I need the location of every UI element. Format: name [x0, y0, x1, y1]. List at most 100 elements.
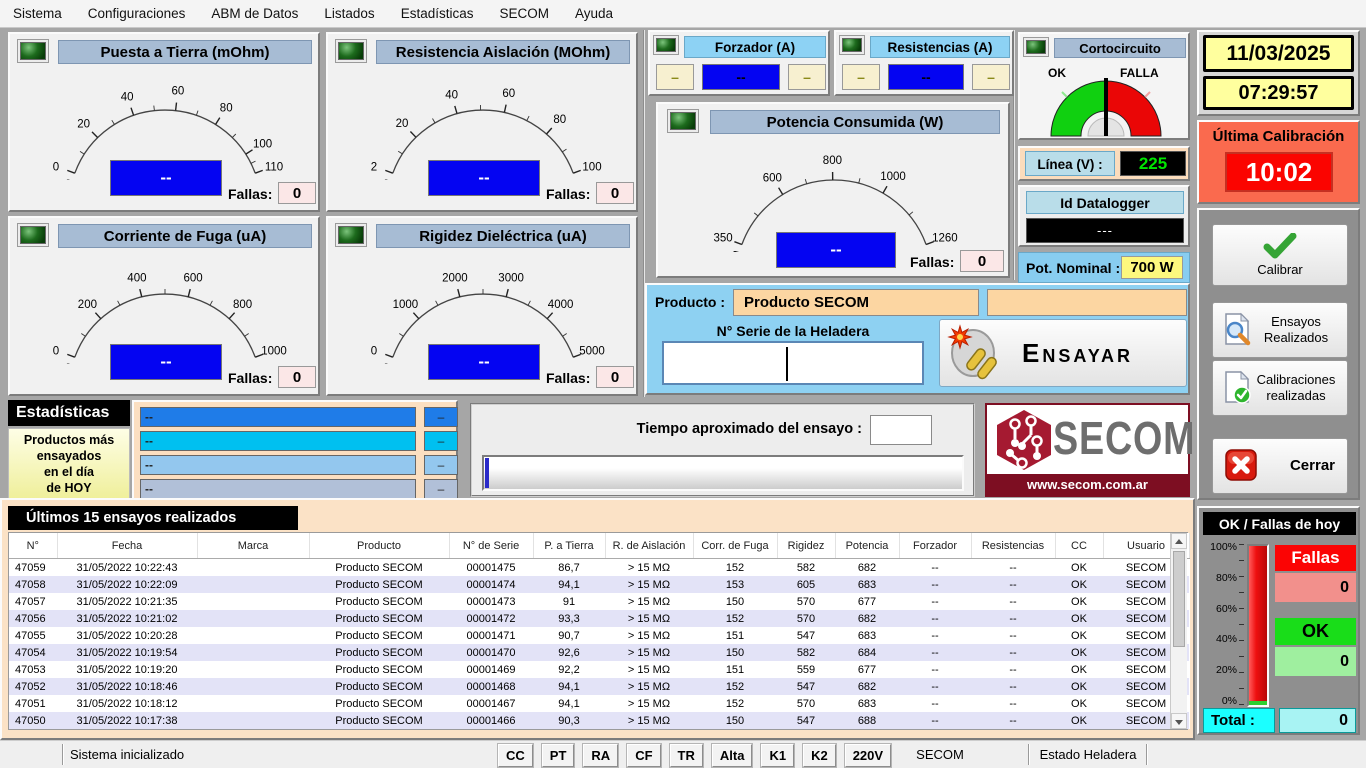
estadisticas-bar: --	[140, 455, 416, 475]
menu-item[interactable]: ABM de Datos	[198, 0, 311, 28]
table-cell	[197, 661, 309, 678]
table-cell: --	[899, 644, 971, 661]
scroll-thumb[interactable]	[1173, 551, 1185, 647]
status-led-icon	[20, 226, 46, 244]
table-cell: --	[899, 661, 971, 678]
table-cell: --	[899, 712, 971, 729]
svg-text:600: 600	[763, 172, 782, 184]
table-cell: OK	[1055, 593, 1103, 610]
scale-label: 20%	[1201, 664, 1237, 676]
svg-text:110: 110	[265, 161, 283, 173]
table-cell: 47051	[9, 695, 57, 712]
menu-item[interactable]: Ayuda	[562, 0, 626, 28]
menu-item[interactable]: Sistema	[0, 0, 75, 28]
table-row[interactable]: 4705431/05/2022 10:19:54Producto SECOM00…	[9, 644, 1189, 661]
column-header[interactable]: Potencia	[835, 533, 899, 559]
table-cell: --	[899, 695, 971, 712]
menu-item[interactable]: Listados	[311, 0, 387, 28]
status-toggle-button[interactable]: Alta	[712, 744, 753, 767]
table-cell: 47050	[9, 712, 57, 729]
fallas-label: Fallas:	[910, 254, 954, 270]
status-toggle-button[interactable]: TR	[670, 744, 703, 767]
gauge-panel-resistencia-aislacion: Resistencia Aislación (MOhm) 22040608010…	[326, 32, 638, 212]
table-row[interactable]: 4705031/05/2022 10:17:38Producto SECOM00…	[9, 712, 1189, 729]
table-row[interactable]: 4705731/05/2022 10:21:35Producto SECOM00…	[9, 593, 1189, 610]
status-toggle-button[interactable]: RA	[583, 744, 618, 767]
svg-text:4000: 4000	[548, 299, 574, 311]
ok-fallas-panel: OK / Fallas de hoy 100%80%60%40%20%0% Fa…	[1197, 506, 1360, 735]
status-toggle-button[interactable]: CF	[627, 744, 660, 767]
caption-line: de HOY	[9, 480, 129, 496]
table-cell: > 15 MΩ	[605, 661, 693, 678]
column-header[interactable]: N°	[9, 533, 57, 559]
scale-label: 100%	[1201, 541, 1237, 553]
estadisticas-count: –	[424, 407, 458, 427]
column-header[interactable]: R. de Aislación	[605, 533, 693, 559]
column-header[interactable]: Forzador	[899, 533, 971, 559]
gauge-value-display: --	[110, 344, 222, 380]
table-row[interactable]: 4705131/05/2022 10:18:12Producto SECOM00…	[9, 695, 1189, 712]
column-header[interactable]: Resistencias	[971, 533, 1055, 559]
gauge-panel-puesta-tierra: Puesta a Tierra (mOhm) 020406080100110 -…	[8, 32, 320, 212]
forzador-value-display: --	[702, 64, 780, 90]
table-cell: --	[899, 559, 971, 577]
table-row[interactable]: 4705531/05/2022 10:20:28Producto SECOM00…	[9, 627, 1189, 644]
table-cell	[197, 678, 309, 695]
svg-text:0: 0	[53, 345, 59, 357]
table-cell: 150	[693, 593, 777, 610]
table-cell: > 15 MΩ	[605, 644, 693, 661]
status-toggle-button[interactable]: K1	[761, 744, 794, 767]
ok-bar-segment	[1249, 701, 1267, 705]
datalogger-display: ---	[1026, 218, 1184, 243]
ensayos-realizados-button[interactable]: Ensayos Realizados	[1212, 302, 1348, 358]
menu-item[interactable]: Configuraciones	[75, 0, 199, 28]
column-header[interactable]: CC	[1055, 533, 1103, 559]
column-header[interactable]: Producto	[309, 533, 449, 559]
status-toggle-button[interactable]: CC	[498, 744, 533, 767]
table-cell: > 15 MΩ	[605, 559, 693, 577]
table-cell: 682	[835, 559, 899, 577]
table-cell: --	[971, 610, 1055, 627]
table-row[interactable]: 4705331/05/2022 10:19:20Producto SECOM00…	[9, 661, 1189, 678]
producto-section: Producto : Producto SECOM N° Serie de la…	[645, 283, 1190, 395]
table-row[interactable]: 4705931/05/2022 10:22:43Producto SECOM00…	[9, 559, 1189, 577]
ensayar-button[interactable]: Ensayar	[939, 319, 1187, 387]
table-cell: 00001471	[449, 627, 533, 644]
menu-item[interactable]: SECOM	[486, 0, 562, 28]
table-cell: 31/05/2022 10:21:02	[57, 610, 197, 627]
serie-input[interactable]	[662, 341, 924, 385]
scale-label: 40%	[1201, 633, 1237, 645]
table-cell: 31/05/2022 10:19:20	[57, 661, 197, 678]
menu-bar: SistemaConfiguracionesABM de DatosListad…	[0, 0, 1366, 28]
status-toggle-button[interactable]: PT	[542, 744, 575, 767]
table-cell: 47058	[9, 576, 57, 593]
resistencias-min-display: –	[842, 64, 880, 90]
ok-fallas-header: OK / Fallas de hoy	[1203, 512, 1356, 535]
table-row[interactable]: 4705231/05/2022 10:18:46Producto SECOM00…	[9, 678, 1189, 695]
column-header[interactable]: Marca	[197, 533, 309, 559]
table-cell: 00001472	[449, 610, 533, 627]
cerrar-button[interactable]: Cerrar	[1212, 438, 1348, 494]
status-toggle-button[interactable]: K2	[803, 744, 836, 767]
producto-combobox[interactable]: Producto SECOM	[733, 289, 979, 316]
table-scrollbar[interactable]	[1170, 533, 1187, 729]
scroll-down-button[interactable]	[1171, 713, 1187, 729]
calibraciones-realizadas-button[interactable]: Calibraciones realizadas	[1212, 360, 1348, 416]
column-header[interactable]: Rigidez	[777, 533, 835, 559]
scroll-up-button[interactable]	[1171, 533, 1187, 549]
column-header[interactable]: N° de Serie	[449, 533, 533, 559]
calibrar-button[interactable]: Calibrar	[1212, 224, 1348, 286]
column-header[interactable]: P. a Tierra	[533, 533, 605, 559]
fallas-count: 0	[278, 182, 316, 204]
column-header[interactable]: Fecha	[57, 533, 197, 559]
table-cell: 151	[693, 627, 777, 644]
table-cell: 00001466	[449, 712, 533, 729]
column-header[interactable]: Corr. de Fuga	[693, 533, 777, 559]
table-row[interactable]: 4705631/05/2022 10:21:02Producto SECOM00…	[9, 610, 1189, 627]
table-row[interactable]: 4705831/05/2022 10:22:09Producto SECOM00…	[9, 576, 1189, 593]
table-cell: OK	[1055, 576, 1103, 593]
svg-text:2000: 2000	[442, 272, 468, 284]
table-cell: 31/05/2022 10:21:35	[57, 593, 197, 610]
table-cell: --	[971, 644, 1055, 661]
menu-item[interactable]: Estadísticas	[388, 0, 487, 28]
